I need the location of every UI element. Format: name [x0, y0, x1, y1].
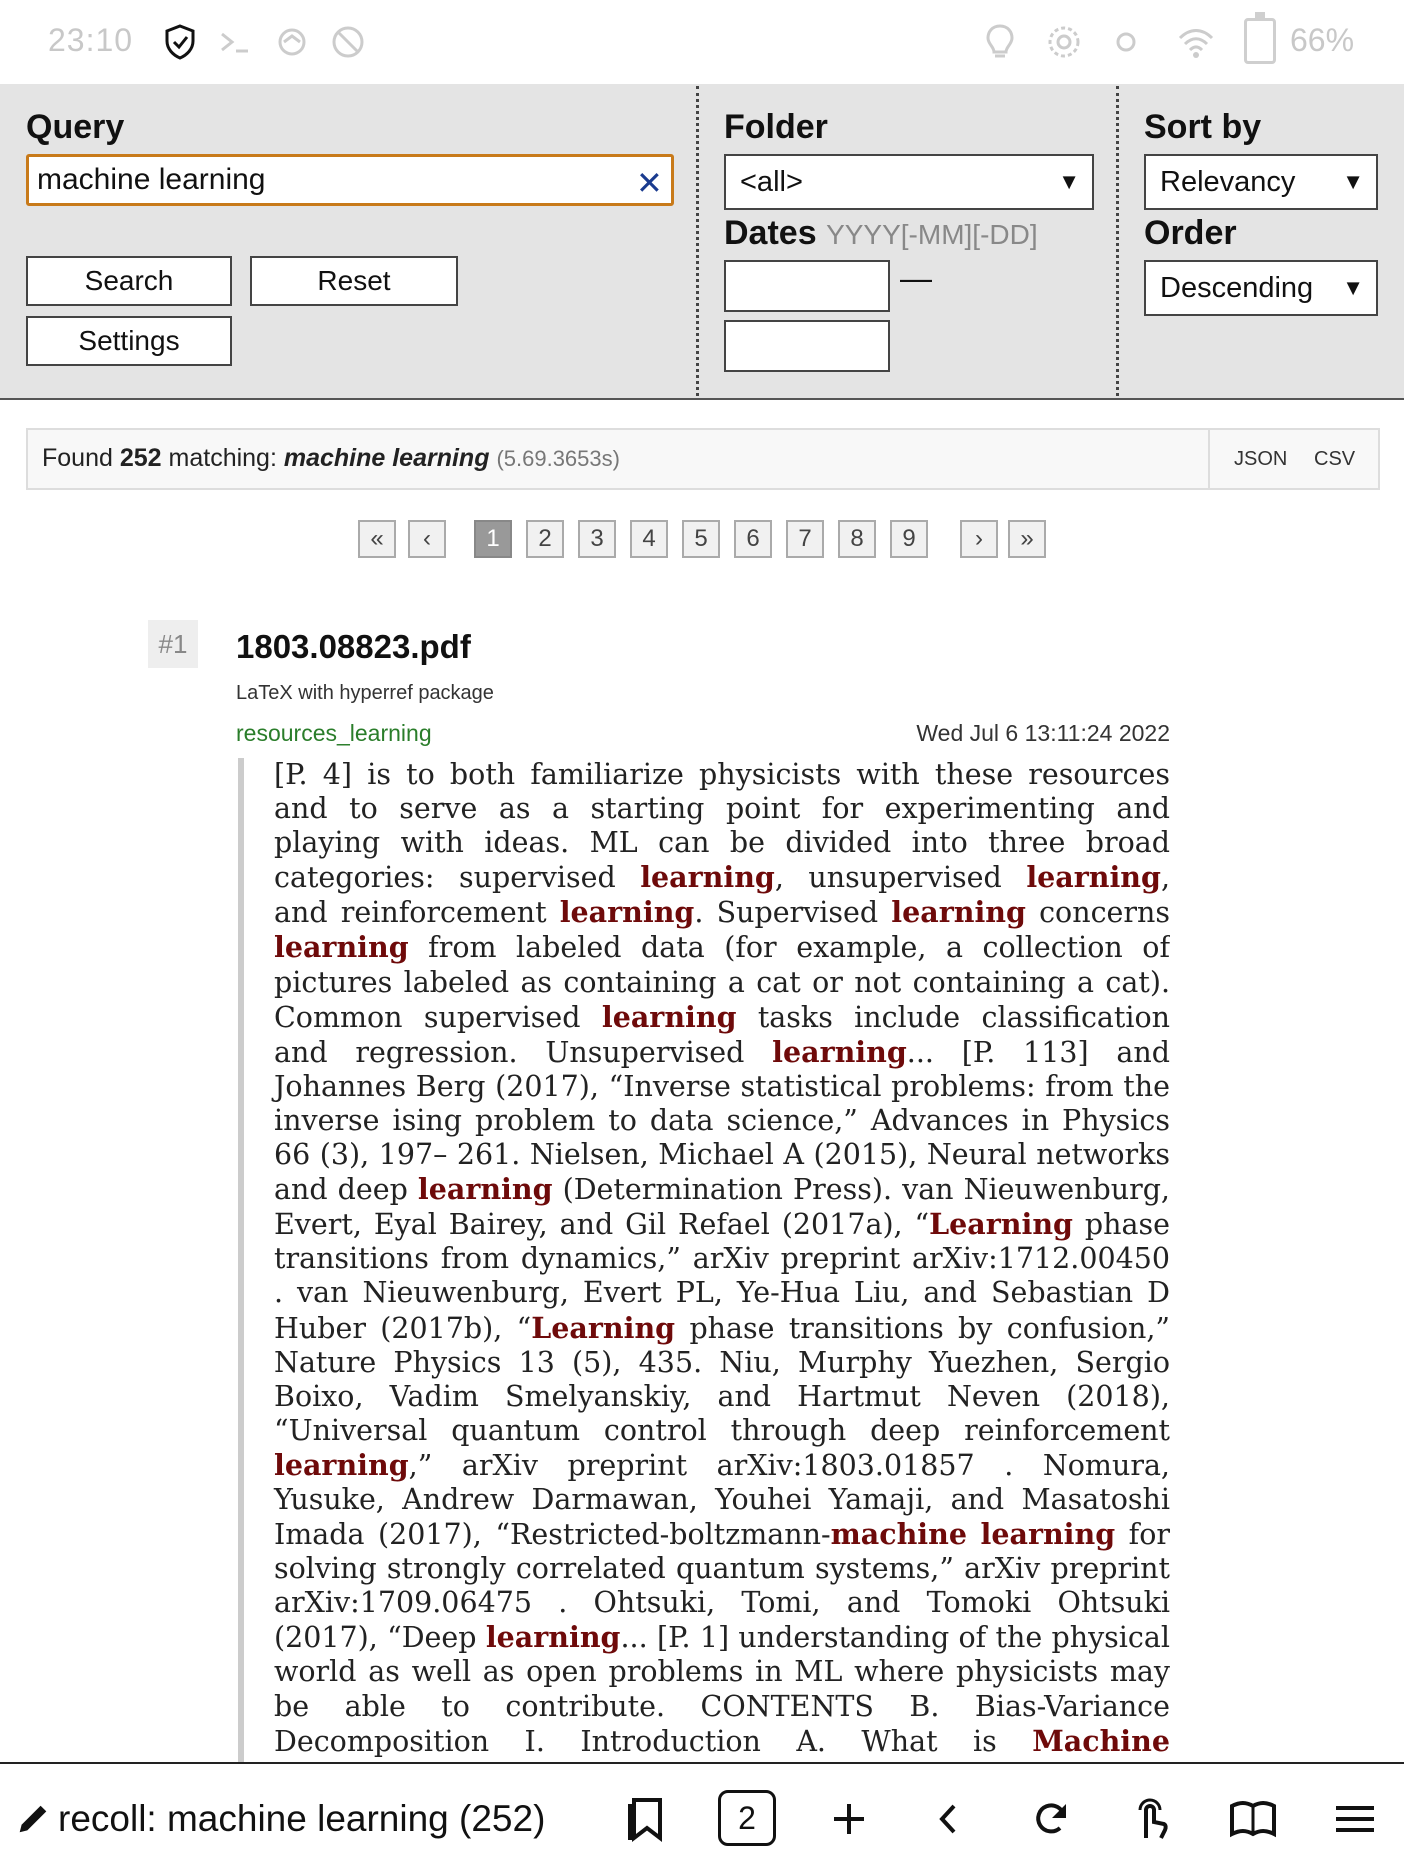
- dnd-icon: [332, 26, 364, 58]
- lightbulb-icon: [986, 24, 1014, 58]
- last-page-button[interactable]: »: [1008, 520, 1046, 558]
- result-rank: #1: [148, 620, 198, 668]
- dates-label-text: Dates: [724, 214, 817, 252]
- terminal-icon: [221, 32, 248, 53]
- search-term-highlight: learning: [485, 1620, 621, 1655]
- search-term-highlight: learning: [980, 1517, 1116, 1552]
- abstract-fragment: . Supervised: [694, 896, 892, 930]
- reload-icon[interactable]: [1026, 1794, 1076, 1844]
- export-links: JSON CSV: [1208, 430, 1378, 488]
- abstract-fragment: [967, 1518, 981, 1551]
- result-date: Wed Jul 6 13:11:24 2022: [916, 720, 1170, 746]
- result-folder-link[interactable]: resources_learning: [236, 720, 432, 747]
- first-page-button[interactable]: «: [358, 520, 396, 558]
- search-term-highlight: learning: [1026, 860, 1161, 895]
- settings-button[interactable]: Settings: [26, 316, 232, 366]
- search-form: Query machine learning ✕ Search Reset Se…: [0, 84, 1404, 400]
- search-term-highlight: learning: [601, 999, 737, 1034]
- dropdown-arrow-icon: ▼: [1342, 169, 1364, 194]
- order-select[interactable]: Descending ▼: [1144, 260, 1378, 316]
- order-select-value: Descending: [1160, 272, 1314, 304]
- battery-icon: [1244, 12, 1276, 64]
- search-term-highlight: learning: [559, 895, 695, 930]
- column-divider: [1116, 86, 1119, 396]
- back-icon[interactable]: [924, 1794, 974, 1844]
- battery-percent: 66%: [1290, 22, 1355, 58]
- dates-label: Dates YYYY[-MM][-DD]: [724, 214, 1038, 253]
- page-button[interactable]: 2: [526, 520, 564, 558]
- search-term-highlight: learning: [274, 1447, 409, 1482]
- dropdown-arrow-icon: ▼: [1342, 275, 1364, 300]
- reader-icon[interactable]: [1228, 1794, 1278, 1844]
- matching-label: matching:: [168, 444, 277, 472]
- found-prefix: Found: [42, 444, 113, 472]
- result-abstract-text: [P. 4] is to both familiarize physicists…: [274, 758, 1170, 1762]
- search-term-highlight: learning: [274, 930, 409, 965]
- search-term-highlight: learning: [417, 1172, 553, 1207]
- prev-page-button[interactable]: ‹: [408, 520, 446, 558]
- results-summary: Found 252 matching: machine learning (5.…: [26, 428, 1380, 490]
- search-term-highlight: learning: [772, 1034, 907, 1069]
- csv-export-link[interactable]: CSV: [1314, 448, 1355, 471]
- reset-button[interactable]: Reset: [250, 256, 458, 306]
- result-abstract: [P. 4] is to both familiarize physicists…: [238, 758, 1170, 1762]
- page-button[interactable]: 9: [890, 520, 928, 558]
- dropdown-arrow-icon: ▼: [1058, 169, 1080, 194]
- page-button[interactable]: 8: [838, 520, 876, 558]
- date-to-input[interactable]: [724, 320, 890, 372]
- page-button[interactable]: 7: [786, 520, 824, 558]
- column-divider: [696, 86, 699, 396]
- order-label: Order: [1144, 214, 1237, 252]
- status-bar: 23:10 66%: [0, 0, 1404, 84]
- json-export-link[interactable]: JSON: [1234, 448, 1287, 471]
- result-count: 252: [119, 444, 162, 472]
- search-term-highlight: Machine: [1032, 1723, 1170, 1758]
- eye-icon: [1116, 32, 1136, 52]
- plus-icon[interactable]: [824, 1794, 874, 1844]
- date-from-input[interactable]: [724, 260, 890, 312]
- folder-select-value: <all>: [740, 166, 803, 198]
- sort-label: Sort by: [1144, 108, 1262, 146]
- wifi-icon: [1178, 29, 1214, 58]
- result-mime-type: LaTeX with hyperref package: [236, 682, 494, 704]
- menu-icon[interactable]: [1330, 1794, 1380, 1844]
- search-time: (5.69.3653s): [496, 446, 620, 471]
- shield-icon: [165, 24, 195, 60]
- search-button[interactable]: Search: [26, 256, 232, 306]
- search-term-highlight: machine: [830, 1517, 967, 1552]
- pencil-icon[interactable]: [14, 1800, 52, 1838]
- page-title[interactable]: recoll: machine learning (252): [58, 1798, 545, 1840]
- sort-select[interactable]: Relevancy ▼: [1144, 154, 1378, 210]
- bottom-toolbar: recoll: machine learning (252) 2: [0, 1762, 1404, 1872]
- results-summary-text: Found 252 matching: machine learning (5.…: [42, 444, 620, 473]
- tab-count-button[interactable]: 2: [718, 1790, 776, 1846]
- page-button[interactable]: 3: [578, 520, 616, 558]
- query-label: Query: [26, 108, 125, 146]
- next-page-button[interactable]: ›: [960, 520, 998, 558]
- result-title-link[interactable]: 1803.08823.pdf: [236, 628, 471, 666]
- abstract-fragment: , unsupervised: [774, 861, 1027, 895]
- brightness-icon: [1048, 26, 1080, 58]
- page-button[interactable]: 4: [630, 520, 668, 558]
- page-button[interactable]: 6: [734, 520, 772, 558]
- folder-select[interactable]: <all> ▼: [724, 154, 1094, 210]
- result-query: machine learning: [283, 444, 490, 472]
- search-term-highlight: learning: [891, 895, 1026, 930]
- sort-select-value: Relevancy: [1160, 166, 1296, 198]
- touch-icon[interactable]: [1126, 1794, 1176, 1844]
- search-term-highlight: learning: [640, 860, 775, 895]
- status-time: 23:10: [48, 22, 134, 58]
- query-input[interactable]: machine learning: [26, 154, 674, 206]
- page-button[interactable]: 5: [682, 520, 720, 558]
- clear-query-icon[interactable]: ✕: [636, 164, 663, 202]
- search-term-highlight: Learning: [531, 1310, 676, 1345]
- dates-format-hint: YYYY[-MM][-DD]: [826, 219, 1038, 250]
- bookmark-icon[interactable]: [622, 1794, 672, 1844]
- page-button[interactable]: 1: [474, 520, 512, 558]
- folder-label: Folder: [724, 108, 828, 146]
- abstract-fragment: concerns: [1025, 896, 1170, 930]
- sync-icon: [278, 28, 306, 56]
- date-range-separator: —: [900, 260, 932, 296]
- search-term-highlight: Learning: [929, 1207, 1073, 1242]
